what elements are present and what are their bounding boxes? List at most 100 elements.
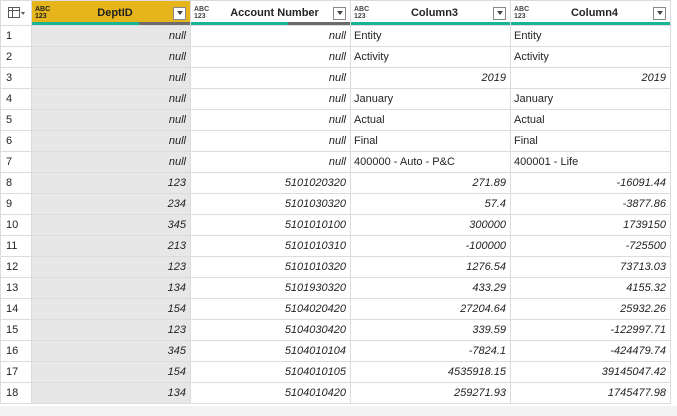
cell-deptid[interactable]: 154 (31, 298, 191, 320)
cell-column3[interactable]: 57.4 (350, 193, 511, 215)
row-number[interactable]: 18 (0, 382, 32, 404)
cell-account-number[interactable]: null (190, 25, 351, 47)
cell-column4[interactable]: Final (510, 130, 671, 152)
cell-column4[interactable]: January (510, 88, 671, 110)
row-number[interactable]: 9 (0, 193, 32, 215)
cell-account-number[interactable]: null (190, 109, 351, 131)
cell-account-number[interactable]: 5104010105 (190, 361, 351, 383)
column-header-column4[interactable]: ABC 123 Column4 (510, 0, 671, 26)
cell-column3[interactable]: Final (350, 130, 511, 152)
cell-column4[interactable]: 1739150 (510, 214, 671, 236)
cell-column4[interactable]: 39145047.42 (510, 361, 671, 383)
any-type-icon[interactable]: ABC 123 (194, 6, 213, 20)
cell-account-number[interactable]: 5101010320 (190, 256, 351, 278)
horizontal-scrollbar[interactable] (0, 406, 677, 416)
row-number[interactable]: 12 (0, 256, 32, 278)
cell-account-number[interactable]: 5101020320 (190, 172, 351, 194)
row-number[interactable]: 10 (0, 214, 32, 236)
cell-deptid[interactable]: null (31, 67, 191, 89)
cell-account-number[interactable]: 5101010100 (190, 214, 351, 236)
cell-column4[interactable]: Actual (510, 109, 671, 131)
cell-column4[interactable]: 73713.03 (510, 256, 671, 278)
column-filter-button[interactable] (173, 6, 186, 20)
any-type-icon[interactable]: ABC 123 (35, 6, 54, 20)
row-number[interactable]: 13 (0, 277, 32, 299)
cell-account-number[interactable]: 5104020420 (190, 298, 351, 320)
cell-column3[interactable]: 27204.64 (350, 298, 511, 320)
cell-account-number[interactable]: 5104010104 (190, 340, 351, 362)
cell-account-number[interactable]: null (190, 151, 351, 173)
cell-column3[interactable]: -100000 (350, 235, 511, 257)
cell-column4[interactable]: Activity (510, 46, 671, 68)
cell-deptid[interactable]: null (31, 25, 191, 47)
cell-account-number[interactable]: 5101010310 (190, 235, 351, 257)
cell-deptid[interactable]: 123 (31, 319, 191, 341)
cell-column3[interactable]: 400000 - Auto - P&C (350, 151, 511, 173)
cell-account-number[interactable]: 5104010420 (190, 382, 351, 404)
cell-column3[interactable]: -7824.1 (350, 340, 511, 362)
column-filter-button[interactable] (653, 6, 666, 20)
cell-deptid[interactable]: 123 (31, 256, 191, 278)
row-number[interactable]: 15 (0, 319, 32, 341)
cell-account-number[interactable]: 5101930320 (190, 277, 351, 299)
cell-column4[interactable]: -3877.86 (510, 193, 671, 215)
cell-deptid[interactable]: 134 (31, 277, 191, 299)
column-header-account-number[interactable]: ABC 123 Account Number (190, 0, 351, 26)
row-number[interactable]: 4 (0, 88, 32, 110)
row-number[interactable]: 17 (0, 361, 32, 383)
cell-column3[interactable]: 433.29 (350, 277, 511, 299)
cell-column3[interactable]: 259271.93 (350, 382, 511, 404)
cell-account-number[interactable]: null (190, 130, 351, 152)
cell-column3[interactable]: January (350, 88, 511, 110)
cell-deptid[interactable]: null (31, 109, 191, 131)
cell-deptid[interactable]: null (31, 46, 191, 68)
cell-column4[interactable]: -16091.44 (510, 172, 671, 194)
table-menu-button[interactable] (0, 0, 32, 26)
row-number[interactable]: 16 (0, 340, 32, 362)
cell-account-number[interactable]: 5104030420 (190, 319, 351, 341)
row-number[interactable]: 1 (0, 25, 32, 47)
cell-account-number[interactable]: 5101030320 (190, 193, 351, 215)
cell-deptid[interactable]: 154 (31, 361, 191, 383)
cell-column3[interactable]: Entity (350, 25, 511, 47)
cell-account-number[interactable]: null (190, 46, 351, 68)
any-type-icon[interactable]: ABC 123 (354, 6, 373, 20)
cell-account-number[interactable]: null (190, 67, 351, 89)
row-number[interactable]: 11 (0, 235, 32, 257)
cell-deptid[interactable]: 134 (31, 382, 191, 404)
cell-deptid[interactable]: 123 (31, 172, 191, 194)
cell-column4[interactable]: 1745477.98 (510, 382, 671, 404)
cell-column4[interactable]: -424479.74 (510, 340, 671, 362)
cell-column4[interactable]: 4155.32 (510, 277, 671, 299)
cell-deptid[interactable]: null (31, 151, 191, 173)
cell-column3[interactable]: 4535918.15 (350, 361, 511, 383)
cell-account-number[interactable]: null (190, 88, 351, 110)
cell-deptid[interactable]: 345 (31, 214, 191, 236)
row-number[interactable]: 7 (0, 151, 32, 173)
any-type-icon[interactable]: ABC 123 (514, 6, 533, 20)
cell-column3[interactable]: 339.59 (350, 319, 511, 341)
cell-column3[interactable]: 271.89 (350, 172, 511, 194)
cell-deptid[interactable]: 234 (31, 193, 191, 215)
row-number[interactable]: 3 (0, 67, 32, 89)
column-filter-button[interactable] (493, 6, 506, 20)
row-number[interactable]: 14 (0, 298, 32, 320)
row-number[interactable]: 5 (0, 109, 32, 131)
cell-column4[interactable]: -725500 (510, 235, 671, 257)
column-header-column3[interactable]: ABC 123 Column3 (350, 0, 511, 26)
cell-column3[interactable]: Actual (350, 109, 511, 131)
cell-deptid[interactable]: 345 (31, 340, 191, 362)
cell-column4[interactable]: 2019 (510, 67, 671, 89)
cell-column4[interactable]: 25932.26 (510, 298, 671, 320)
cell-column4[interactable]: -122997.71 (510, 319, 671, 341)
cell-column3[interactable]: 300000 (350, 214, 511, 236)
cell-deptid[interactable]: 213 (31, 235, 191, 257)
row-number[interactable]: 8 (0, 172, 32, 194)
cell-deptid[interactable]: null (31, 88, 191, 110)
cell-column3[interactable]: 1276.54 (350, 256, 511, 278)
column-header-deptid[interactable]: ABC 123 DeptID (31, 0, 191, 26)
cell-column3[interactable]: 2019 (350, 67, 511, 89)
row-number[interactable]: 6 (0, 130, 32, 152)
row-number[interactable]: 2 (0, 46, 32, 68)
cell-column4[interactable]: 400001 - Life (510, 151, 671, 173)
